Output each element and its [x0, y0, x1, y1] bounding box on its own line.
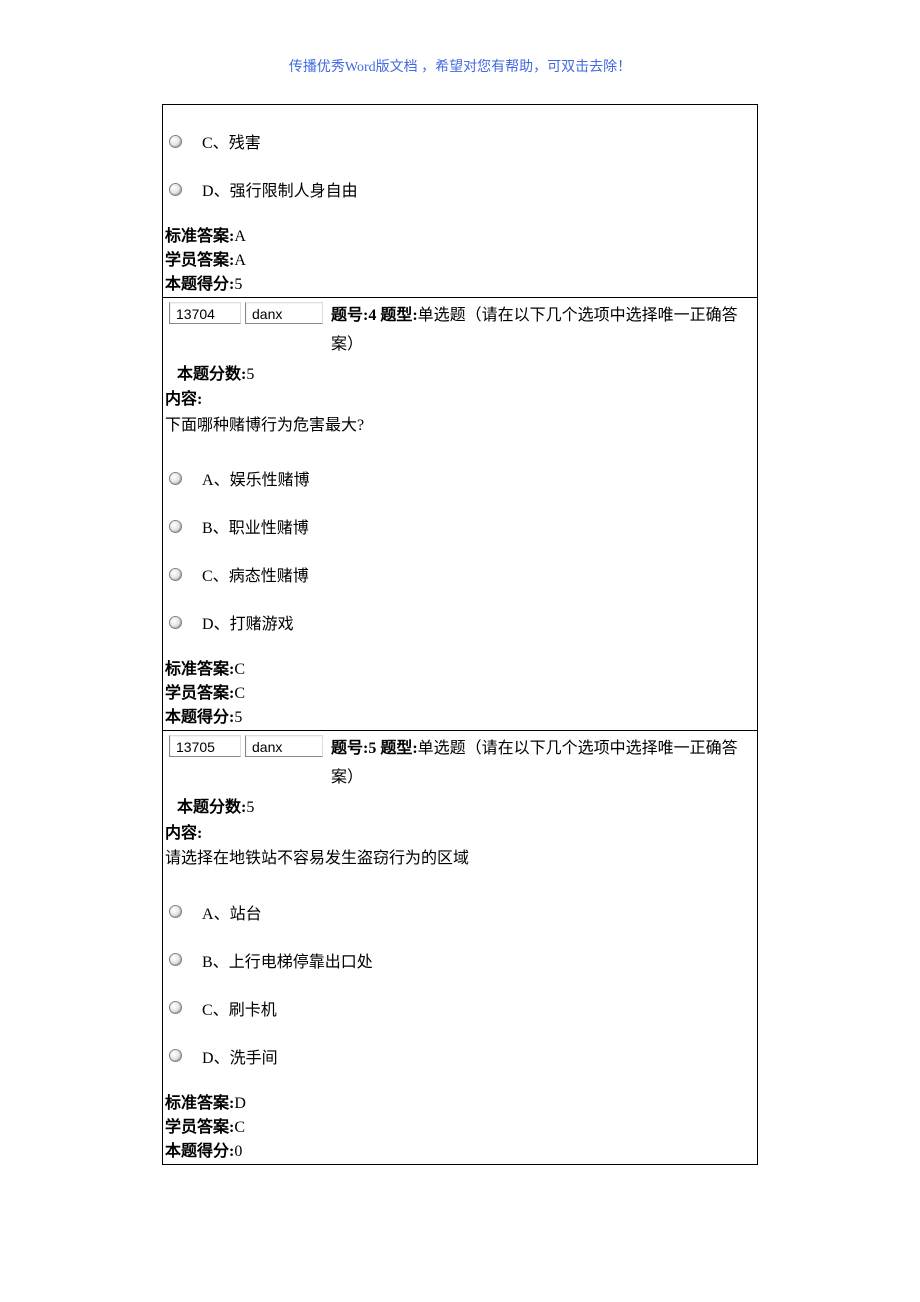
option-label: A、站台 [202, 900, 262, 924]
option-label: A、娱乐性赌博 [202, 466, 310, 490]
question-text: 下面哪种赌博行为危害最大? [163, 413, 757, 443]
answers-section: 标准答案:D 学员答案:C 本题得分:0 [163, 1092, 757, 1164]
std-answer-label: 标准答案: [165, 228, 234, 245]
question-block-5: 13705 danx 题号:5 题型:单选题（请在以下几个选项中选择唯一正确答案… [162, 731, 758, 1164]
question-header-line2: 本题分数:5 [163, 795, 757, 821]
question-type-input[interactable]: danx [245, 735, 323, 757]
std-answer-value: A [234, 228, 246, 245]
content-wrapper: C、残害 D、强行限制人身自由 标准答案:A 学员答案:A 本题得分:5 137… [0, 104, 920, 1165]
radio-icon[interactable] [169, 135, 182, 148]
student-answer-value: C [234, 1119, 245, 1136]
option-label: D、强行限制人身自由 [202, 177, 358, 201]
option-row: B、上行电梯停靠出口处 [163, 936, 757, 984]
option-row: C、病态性赌博 [163, 550, 757, 598]
options-container: A、娱乐性赌博 B、职业性赌博 C、病态性赌博 D、打赌游戏 [163, 442, 757, 646]
answers-section: 标准答案:C 学员答案:C 本题得分:5 [163, 658, 757, 730]
page-header-note: 传播优秀Word版文档 ，希望对您有帮助，可双击去除！ [0, 0, 920, 104]
radio-icon[interactable] [169, 616, 182, 629]
option-label: C、残害 [202, 129, 261, 153]
radio-icon[interactable] [169, 1001, 182, 1014]
option-label: C、病态性赌博 [202, 562, 309, 586]
std-answer-value: D [234, 1095, 246, 1112]
option-row: A、娱乐性赌博 [163, 454, 757, 502]
option-row: C、残害 [163, 117, 757, 165]
option-label: C、刷卡机 [202, 996, 277, 1020]
std-answer-value: C [234, 661, 245, 678]
option-label: B、职业性赌博 [202, 514, 309, 538]
radio-icon[interactable] [169, 905, 182, 918]
question-block-4: 13704 danx 题号:4 题型:单选题（请在以下几个选项中选择唯一正确答案… [162, 298, 758, 731]
radio-icon[interactable] [169, 183, 182, 196]
option-label: D、打赌游戏 [202, 610, 294, 634]
question-type-input[interactable]: danx [245, 302, 323, 324]
option-row: D、洗手间 [163, 1032, 757, 1080]
score-label: 本题得分: [165, 1143, 234, 1160]
score-value: 5 [234, 276, 242, 293]
score-label: 本题得分: [165, 709, 234, 726]
answers-section: 标准答案:A 学员答案:A 本题得分:5 [163, 225, 757, 297]
student-answer-value: C [234, 685, 245, 702]
std-answer-label: 标准答案: [165, 1095, 234, 1112]
std-answer-label: 标准答案: [165, 661, 234, 678]
option-row: C、刷卡机 [163, 984, 757, 1032]
student-answer-value: A [234, 252, 246, 269]
radio-icon[interactable] [169, 953, 182, 966]
options-container: C、残害 D、强行限制人身自由 [163, 105, 757, 213]
score-value: 0 [234, 1143, 242, 1160]
content-label: 内容: [163, 821, 757, 847]
score-label: 本题得分: [165, 276, 234, 293]
question-header-text: 题号:4 题型:单选题（请在以下几个选项中选择唯一正确答案） [331, 302, 755, 360]
question-header-row: 13704 danx 题号:4 题型:单选题（请在以下几个选项中选择唯一正确答案… [163, 298, 757, 362]
question-block-3: C、残害 D、强行限制人身自由 标准答案:A 学员答案:A 本题得分:5 [162, 104, 758, 298]
radio-icon[interactable] [169, 568, 182, 581]
question-header-row: 13705 danx 题号:5 题型:单选题（请在以下几个选项中选择唯一正确答案… [163, 731, 757, 795]
radio-icon[interactable] [169, 1049, 182, 1062]
radio-icon[interactable] [169, 472, 182, 485]
question-header-text: 题号:5 题型:单选题（请在以下几个选项中选择唯一正确答案） [331, 735, 755, 793]
content-label: 内容: [163, 387, 757, 413]
question-id-input[interactable]: 13705 [169, 735, 241, 757]
student-answer-label: 学员答案: [165, 252, 234, 269]
question-header-line2: 本题分数:5 [163, 362, 757, 388]
option-label: D、洗手间 [202, 1044, 278, 1068]
student-answer-label: 学员答案: [165, 1119, 234, 1136]
option-row: D、强行限制人身自由 [163, 165, 757, 213]
question-text: 请选择在地铁站不容易发生盗窃行为的区域 [163, 846, 757, 876]
option-row: D、打赌游戏 [163, 598, 757, 646]
question-id-input[interactable]: 13704 [169, 302, 241, 324]
option-row: A、站台 [163, 888, 757, 936]
option-row: B、职业性赌博 [163, 502, 757, 550]
student-answer-label: 学员答案: [165, 685, 234, 702]
option-label: B、上行电梯停靠出口处 [202, 948, 373, 972]
score-value: 5 [234, 709, 242, 726]
radio-icon[interactable] [169, 520, 182, 533]
options-container: A、站台 B、上行电梯停靠出口处 C、刷卡机 D、洗手间 [163, 876, 757, 1080]
